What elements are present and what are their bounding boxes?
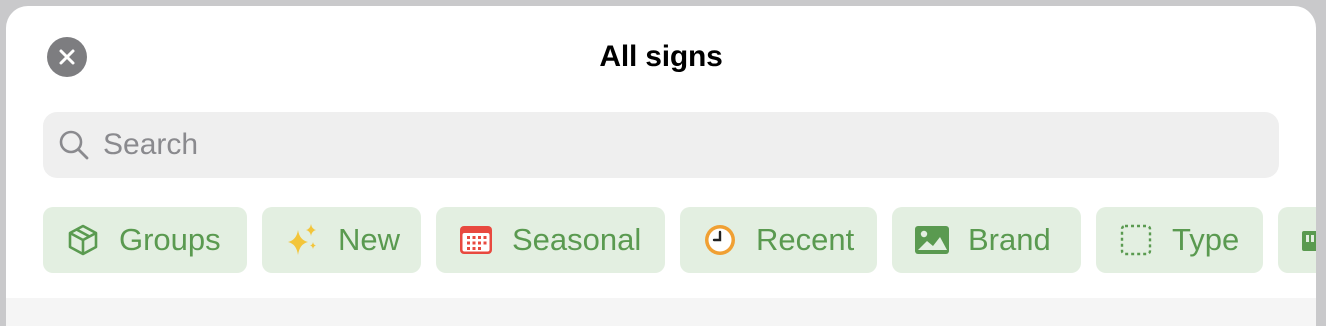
chip-label: New (338, 222, 401, 257)
photo-icon (914, 222, 950, 258)
dashed-square-icon (1118, 222, 1154, 258)
clock-icon (702, 222, 738, 258)
magnifying-glass-icon (57, 128, 91, 162)
search-bar[interactable] (43, 112, 1279, 178)
chip-label: Recent (756, 222, 855, 257)
all-signs-sheet: All signs Groups (6, 6, 1316, 326)
cube-icon (65, 222, 101, 258)
storefront-icon (1300, 222, 1316, 258)
chip-partial[interactable] (1278, 207, 1316, 273)
chip-label: Type (1172, 222, 1240, 257)
content-area-edge (6, 298, 1316, 326)
chip-label: Groups (119, 222, 221, 257)
chip-recent[interactable]: Recent (680, 207, 877, 273)
chip-brand[interactable]: Brand (892, 207, 1081, 273)
calendar-icon (458, 222, 494, 258)
chip-seasonal[interactable]: Seasonal (436, 207, 665, 273)
chip-label: Brand (968, 222, 1051, 257)
chip-type[interactable]: Type (1096, 207, 1263, 273)
category-chips: Groups New Seasonal Recent Brand Type (43, 207, 1316, 273)
chip-new[interactable]: New (262, 207, 421, 273)
sheet-title: All signs (599, 40, 723, 73)
chip-label: Seasonal (512, 222, 642, 257)
search-input[interactable] (101, 127, 1205, 163)
chip-groups[interactable]: Groups (43, 207, 247, 273)
sparkles-icon (284, 222, 320, 258)
